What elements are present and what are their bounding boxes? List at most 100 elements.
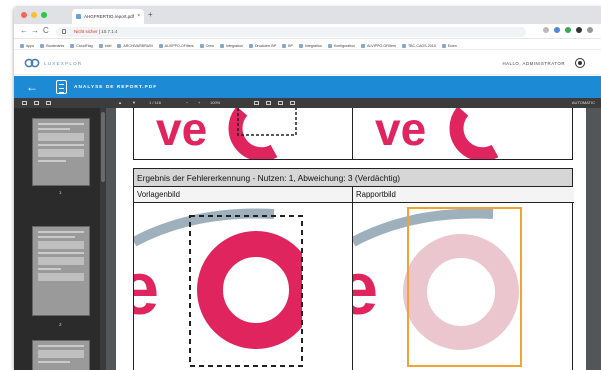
- bookmark-icon: [219, 43, 224, 48]
- bookmark-item[interactable]: CloudFlag: [70, 42, 93, 49]
- profile-icon[interactable]: [576, 27, 582, 33]
- print-icon[interactable]: [278, 101, 283, 105]
- url-host: 10.7.1.4: [101, 29, 118, 34]
- download-icon[interactable]: [290, 101, 295, 105]
- bookmark-item[interactable]: Intel: [98, 42, 111, 49]
- bookmark-icon: [20, 43, 24, 48]
- error-detection-table: Ergebnis der Fehlererkennung - Nutzen: 1…: [133, 168, 574, 370]
- minimize-window-icon[interactable]: [31, 12, 37, 18]
- bookmark-item[interactable]: BP: [282, 42, 293, 49]
- bookmark-label: Konfiguration: [333, 43, 356, 48]
- bookmark-icon: [70, 43, 75, 48]
- back-arrow-icon[interactable]: ←: [26, 80, 38, 94]
- bookmark-icon: [199, 43, 204, 48]
- bookmark-icon: [40, 43, 45, 48]
- page-thumbnail-1[interactable]: [32, 118, 90, 186]
- bookmarks-bar: Apps Bookmarks CloudFlag Intel ARCHIVARBRAIN…: [14, 39, 601, 50]
- thumbnail-view-icon[interactable]: [34, 101, 39, 105]
- zoom-out-icon[interactable]: −: [186, 100, 188, 105]
- tab-strip: AHGFRERTIO.report.pdf × +: [14, 6, 601, 24]
- extension-icons: [543, 27, 593, 33]
- bookmark-label: ARCHIVARBRAIN: [123, 43, 153, 48]
- bookmark-item[interactable]: Eulen: [441, 42, 457, 49]
- back-icon[interactable]: ←: [20, 26, 28, 35]
- star-icon[interactable]: [543, 27, 549, 33]
- browser-window: AHGFRERTIO.report.pdf × + ← → C Nicht si…: [14, 6, 601, 370]
- document-icon: [56, 80, 67, 94]
- pdf-viewer[interactable]: ve ve Ergebnis der Fehlererkennung - Nut…: [106, 108, 601, 370]
- menu-icon[interactable]: [587, 27, 593, 33]
- page-down-icon[interactable]: ▼: [132, 100, 136, 105]
- page-thumbnail-3[interactable]: [32, 340, 90, 370]
- bookmark-label: Apps: [26, 43, 35, 48]
- rotate-icon[interactable]: [266, 101, 271, 105]
- bookmark-item[interactable]: Crew: [199, 42, 214, 49]
- zoom-level[interactable]: 100%: [210, 100, 220, 105]
- extension-icon[interactable]: [565, 27, 571, 33]
- report-image: e: [353, 207, 522, 367]
- pdf-toolbar: ▲ ▼ 1 / 116 − + 100% AUTOMATIC: [14, 98, 601, 108]
- bookmark-icon: [158, 43, 163, 48]
- bookmark-icon: [401, 43, 406, 48]
- zoom-mode-label[interactable]: AUTOMATIC: [572, 100, 595, 105]
- bookmark-label: Bookmarks: [46, 43, 65, 48]
- bookmark-icon: [282, 43, 287, 48]
- zoom-in-icon[interactable]: +: [198, 100, 200, 105]
- reference-image: e: [134, 208, 342, 367]
- bookmark-item[interactable]: Apps: [20, 42, 34, 49]
- bookmark-icon: [117, 43, 122, 48]
- bookmark-label: Druckdrei BP: [254, 43, 277, 48]
- forward-icon[interactable]: →: [31, 26, 39, 35]
- outline-view-icon[interactable]: [46, 101, 51, 105]
- url-input[interactable]: Nicht sicher | 10.7.1.4: [56, 27, 526, 37]
- page-up-icon[interactable]: ▲: [118, 100, 122, 105]
- previous-comparison-table: ve ve: [133, 108, 573, 160]
- report-image-crop: ve: [375, 108, 499, 159]
- report-column-header: Rapportbild: [353, 187, 574, 203]
- svg-text:e: e: [353, 247, 378, 330]
- new-tab-icon[interactable]: +: [148, 10, 153, 19]
- page-indicator[interactable]: 1 / 116: [149, 100, 161, 105]
- bookmark-label: CloudFlag: [76, 43, 93, 48]
- thumbnail-number: 2: [59, 322, 62, 327]
- bookmark-label: ALVIPPO-OFilters: [367, 43, 396, 48]
- reference-column-header: Vorlagenbild: [134, 187, 352, 203]
- bookmark-label: Integration: [304, 43, 322, 48]
- report-title: ANALYSE DE REPORT.PDF: [74, 85, 158, 90]
- svg-text:e: e: [134, 247, 159, 330]
- bookmark-icon: [298, 43, 303, 48]
- tab-close-icon[interactable]: ×: [137, 13, 140, 19]
- reload-icon[interactable]: C: [43, 26, 49, 35]
- sidebar-toggle-icon[interactable]: [22, 101, 27, 105]
- bookmark-item[interactable]: Integration: [298, 42, 322, 49]
- bookmark-item[interactable]: ALVIPPO-OFilters: [158, 42, 194, 49]
- thumbnail-sidebar: 1 2 3: [14, 108, 106, 370]
- avatar-icon[interactable]: [575, 58, 585, 68]
- bookmark-label: Integration: [225, 43, 243, 48]
- bookmark-item[interactable]: TBC-CAGS-2019: [401, 42, 436, 49]
- bookmark-label: BP: [288, 43, 293, 48]
- maximize-window-icon[interactable]: [41, 12, 47, 18]
- bookmark-item[interactable]: ARCHIVARBRAIN: [117, 42, 153, 49]
- bookmark-item[interactable]: Druckdrei BP: [248, 42, 277, 49]
- bookmark-label: TBC-CAGS-2019: [407, 43, 436, 48]
- bookmark-item[interactable]: Bookmarks: [40, 42, 64, 49]
- svg-text:ve: ve: [375, 108, 426, 155]
- app-header: LUXEXPLOR HALLO, ADMINISTRATOR: [14, 51, 601, 75]
- page-thumbnail-2[interactable]: [32, 226, 90, 316]
- bookmark-label: Crew: [205, 43, 214, 48]
- extension-icon[interactable]: [554, 27, 560, 33]
- logo-text: LUXEXPLOR: [44, 61, 83, 66]
- fit-page-icon[interactable]: [254, 101, 259, 105]
- pdf-favicon-icon: [76, 14, 81, 19]
- bookmark-item[interactable]: ALVIPPO-OFilters: [361, 42, 396, 49]
- bookmark-item[interactable]: Integration: [219, 42, 243, 49]
- user-label[interactable]: HALLO, ADMINISTRATOR: [502, 61, 565, 66]
- browser-tab[interactable]: AHGFRERTIO.report.pdf ×: [72, 9, 144, 24]
- bookmark-label: Eulen: [447, 43, 457, 48]
- bookmark-icon: [248, 43, 253, 48]
- result-header: Ergebnis der Fehlererkennung - Nutzen: 1…: [134, 169, 572, 187]
- reference-image-crop: ve: [156, 108, 297, 159]
- close-window-icon[interactable]: [21, 12, 27, 18]
- bookmark-item[interactable]: Konfiguration: [327, 42, 356, 49]
